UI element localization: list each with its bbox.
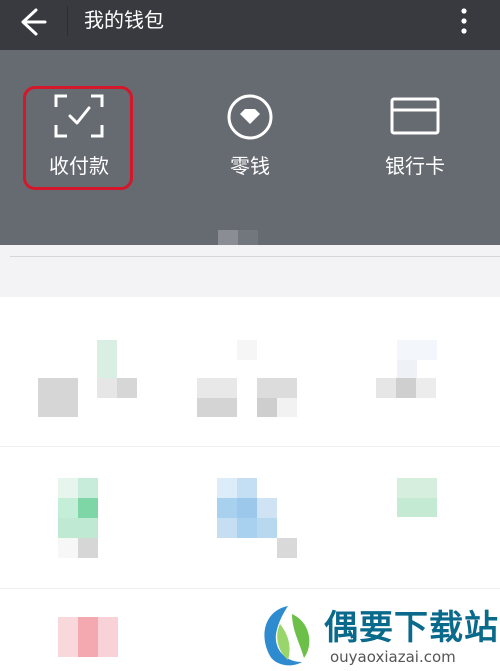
watermark-url: ouyaoxiazai.com [330,648,456,666]
header-divider [67,6,68,36]
bank-card-label: 银行卡 [385,154,445,178]
leaf-logo-icon [264,606,310,666]
top-bar: 我的钱包 [0,0,500,50]
bank-card-icon [390,97,440,135]
back-arrow-icon [21,8,47,36]
watermark-name: 偶要下载站 [324,608,499,648]
change-label: 零钱 [230,154,270,178]
separator-line [10,256,500,257]
watermark-logo: 偶要下载站 ouyaoxiazai.com [252,600,500,671]
highlight-box [23,86,133,190]
more-button[interactable] [452,5,476,39]
bank-card-button[interactable]: 银行卡 [360,87,470,187]
section-separator [0,245,500,297]
change-icon [227,94,273,140]
back-button[interactable] [14,6,52,38]
change-button[interactable]: 零钱 [195,87,305,187]
page-title: 我的钱包 [84,8,164,32]
more-vertical-icon [461,8,467,34]
